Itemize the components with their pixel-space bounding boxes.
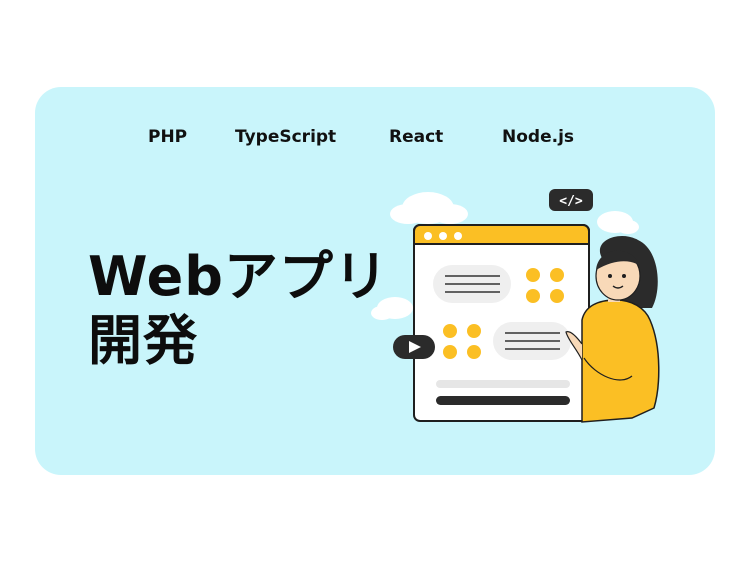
tag-nodejs: Node.js bbox=[502, 127, 575, 147]
cloud-icon bbox=[597, 211, 639, 234]
headline-line2: 開発 bbox=[88, 309, 198, 372]
cloud-icon bbox=[371, 297, 413, 320]
code-icon: </> bbox=[549, 189, 593, 211]
code-badge-text: </> bbox=[559, 194, 583, 209]
developer-illustration: </> bbox=[371, 189, 660, 423]
tag-typescript: TypeScript bbox=[235, 127, 337, 147]
tag-php: PHP bbox=[148, 127, 188, 147]
play-icon bbox=[393, 335, 435, 359]
cloud-icon bbox=[390, 192, 468, 224]
browser-window bbox=[413, 224, 590, 422]
tag-react: React bbox=[389, 127, 444, 147]
